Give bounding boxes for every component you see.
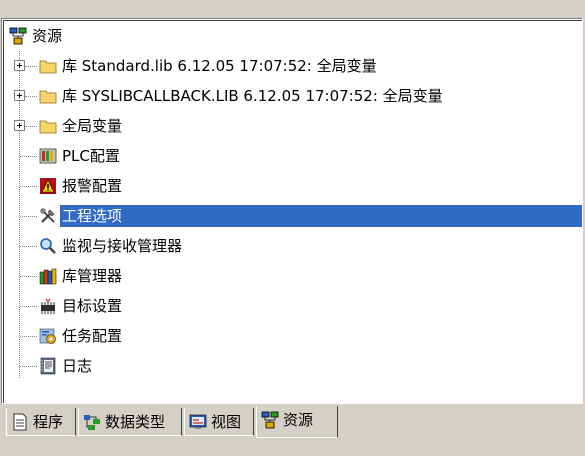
tab-label: 资源 — [283, 411, 314, 429]
tree-item-label: 监视与接收管理器 — [62, 237, 183, 255]
magnifier-icon — [39, 237, 57, 255]
tree-item-library-manager[interactable]: 库管理器 — [4, 261, 582, 291]
log-icon — [39, 357, 57, 375]
tree-item-log[interactable]: 日志 — [4, 351, 582, 381]
plc-config-icon — [39, 147, 57, 165]
task-config-icon — [39, 327, 57, 345]
target-icon — [39, 297, 57, 315]
tree-connector — [20, 216, 37, 217]
resources-tree-panel[interactable]: 资源 库 Standard.lib 6.12.05 17:07:52: 全局变量… — [1, 18, 583, 404]
tab-label: 数据类型 — [105, 413, 166, 431]
tree-item-alarm-config[interactable]: 报警配置 — [4, 171, 582, 201]
tree-item-target-settings[interactable]: 目标设置 — [4, 291, 582, 321]
tools-icon — [39, 207, 57, 225]
tab-data-types[interactable]: 数据类型 — [78, 408, 182, 436]
tree-connector — [20, 276, 37, 277]
tab-programs[interactable]: 程序 — [6, 408, 76, 436]
folder-icon — [39, 117, 57, 135]
visualization-icon — [189, 413, 207, 431]
tab-visualizations[interactable]: 视图 — [184, 408, 254, 436]
tree-root[interactable]: 资源 — [4, 21, 582, 51]
tree-connector — [25, 96, 37, 97]
tree-item-label: 全局变量 — [62, 117, 123, 135]
tree-item-label: 库 Standard.lib 6.12.05 17:07:52: 全局变量 — [62, 57, 377, 75]
tree-item-project-options[interactable]: 工程选项 — [4, 201, 582, 231]
tab-resources[interactable]: 资源 — [256, 406, 338, 438]
tree-view[interactable]: 资源 库 Standard.lib 6.12.05 17:07:52: 全局变量… — [3, 20, 582, 403]
tree-item-standard-lib[interactable]: 库 Standard.lib 6.12.05 17:07:52: 全局变量 — [4, 51, 582, 81]
tree-item-label: 任务配置 — [62, 327, 123, 345]
library-books-icon — [39, 267, 57, 285]
tree-item-task-config[interactable]: 任务配置 — [4, 321, 582, 351]
tree-connector — [20, 156, 37, 157]
tree-item-label: 日志 — [62, 357, 93, 375]
tree-connector — [20, 366, 37, 367]
datatype-icon — [83, 413, 101, 431]
tree-connector — [20, 306, 37, 307]
tree-item-label: 库管理器 — [62, 267, 123, 285]
document-icon — [11, 413, 29, 431]
project-tabs: 程序 数据类型 视图 资源 — [0, 404, 585, 456]
alarm-config-icon — [39, 177, 57, 195]
folder-icon — [39, 87, 57, 105]
expand-toggle-icon[interactable] — [14, 90, 25, 101]
tab-label: 视图 — [211, 413, 242, 431]
tree-item-label: 目标设置 — [62, 297, 123, 315]
expand-toggle-icon[interactable] — [14, 60, 25, 71]
tree-item-plc-config[interactable]: PLC配置 — [4, 141, 582, 171]
tree-item-global-variables[interactable]: 全局变量 — [4, 111, 582, 141]
tree-item-label: 库 SYSLIBCALLBACK.LIB 6.12.05 17:07:52: 全… — [62, 87, 443, 105]
tree-root-label: 资源 — [32, 27, 63, 45]
tree-connector — [25, 126, 37, 127]
tree-item-label: 报警配置 — [62, 177, 123, 195]
tree-item-label: PLC配置 — [62, 147, 120, 165]
tree-item-label-selected: 工程选项 — [60, 205, 582, 227]
tree-connector — [20, 246, 37, 247]
tree-item-watch-recipe-manager[interactable]: 监视与接收管理器 — [4, 231, 582, 261]
tree-connector — [20, 336, 37, 337]
tree-connector — [20, 186, 37, 187]
expand-toggle-icon[interactable] — [14, 120, 25, 131]
tree-connector — [25, 66, 37, 67]
tab-label: 程序 — [33, 413, 64, 431]
tree-item-syslibcallback-lib[interactable]: 库 SYSLIBCALLBACK.LIB 6.12.05 17:07:52: 全… — [4, 81, 582, 111]
resources-icon — [261, 411, 279, 429]
resources-icon — [9, 27, 27, 45]
folder-icon — [39, 57, 57, 75]
